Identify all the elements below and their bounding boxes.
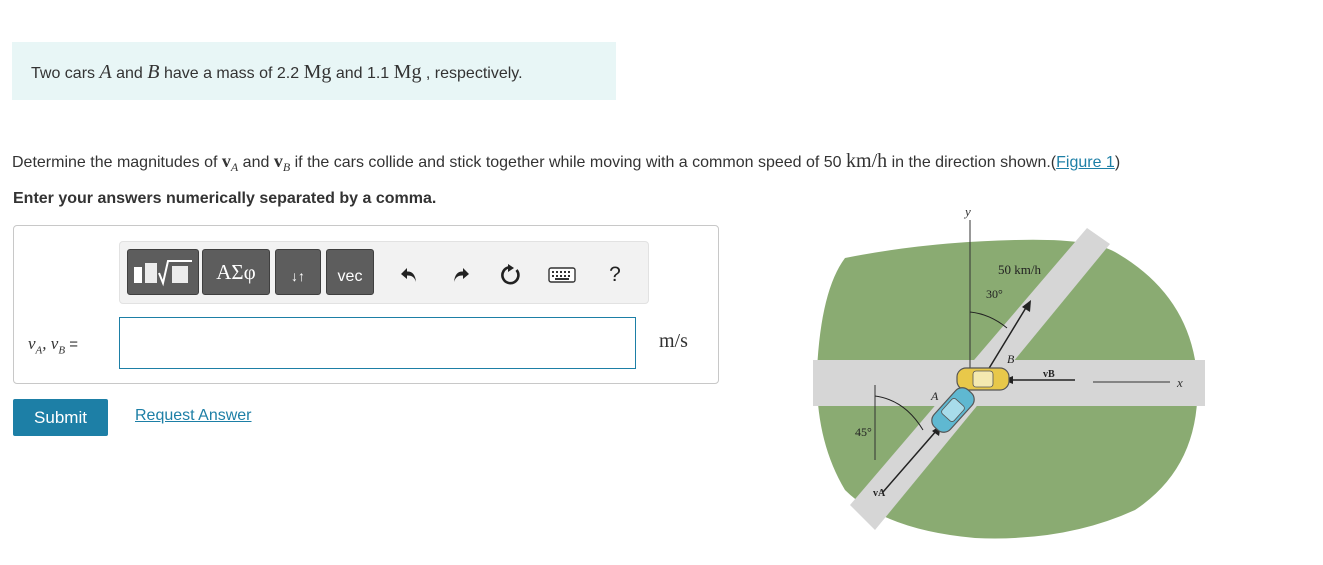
keyboard-button[interactable] [546,262,578,288]
templates-icon [134,260,192,287]
vector-vb: v [273,151,283,171]
figure-link[interactable]: Figure 1 [1056,154,1115,171]
angle-45-label: 45° [855,425,872,439]
symbol-b: B [147,61,160,83]
greek-button[interactable]: ΑΣφ [202,249,270,295]
answer-label: vA, vB = [28,334,78,356]
submit-button[interactable]: Submit [13,399,108,436]
arrows-icon: ↓↑ [291,268,305,284]
answer-box: ΑΣφ ↓↑ vec ? vA, vB = m/s [13,225,719,384]
redo-icon [454,268,469,282]
math-toolbar: ΑΣφ ↓↑ vec ? [119,241,649,304]
symbol-a: A [99,61,112,83]
intro-text: , respectively. [421,65,523,82]
intro-text: and [111,65,148,82]
label-sep: , [42,334,51,353]
vec-button[interactable]: vec [326,249,374,295]
reset-icon [501,264,520,285]
question-part: and [238,154,274,171]
undo-icon [401,268,416,282]
unit-kmh: km/h [846,150,888,172]
question-part: Determine the magnitudes of [12,154,222,171]
keyboard-icon [548,267,576,283]
unit-label: m/s [659,330,688,352]
vb-label: vB [1043,369,1055,380]
redo-button[interactable] [448,262,474,288]
label-va: v [28,334,36,353]
answer-input[interactable] [119,317,636,369]
va-label: vA [873,488,886,499]
greek-label: ΑΣφ [216,259,256,284]
intro-text: have a mass of 2.2 [159,65,304,82]
request-answer-link[interactable]: Request Answer [135,407,252,425]
question-part: in the direction shown.( [887,154,1057,171]
unit-mg: Mg [393,61,422,83]
car-b-window [972,370,994,388]
intro-text: and 1.1 [331,65,394,82]
vec-label: vec [337,268,363,285]
help-button[interactable]: ? [604,262,626,288]
instruction-text: Enter your answers numerically separated… [13,190,437,207]
arrows-button[interactable]: ↓↑ [275,249,321,295]
car-b-label: B [1007,352,1015,366]
label-eq: = [65,336,78,353]
unit-mg: Mg [303,61,332,83]
speed-label: 50 km/h [998,262,1041,277]
vector-va: v [221,151,231,171]
car-a-label: A [930,389,939,403]
figure-1: y x 50 km/h 30° 45° vA vB B A [813,204,1205,539]
question-part: if the cars collide and stick together w… [290,154,847,171]
reset-button[interactable] [498,262,524,288]
x-axis-label: x [1176,375,1183,390]
problem-intro: Two cars A and B have a mass of 2.2 Mg a… [12,42,616,100]
undo-button[interactable] [396,262,422,288]
templates-button[interactable] [127,249,199,295]
question-text: Determine the magnitudes of vA and vB if… [12,150,1120,175]
angle-30-label: 30° [986,287,1003,301]
intro-text: Two cars [31,65,100,82]
y-axis-label: y [963,204,971,219]
question-part: ) [1114,154,1121,171]
